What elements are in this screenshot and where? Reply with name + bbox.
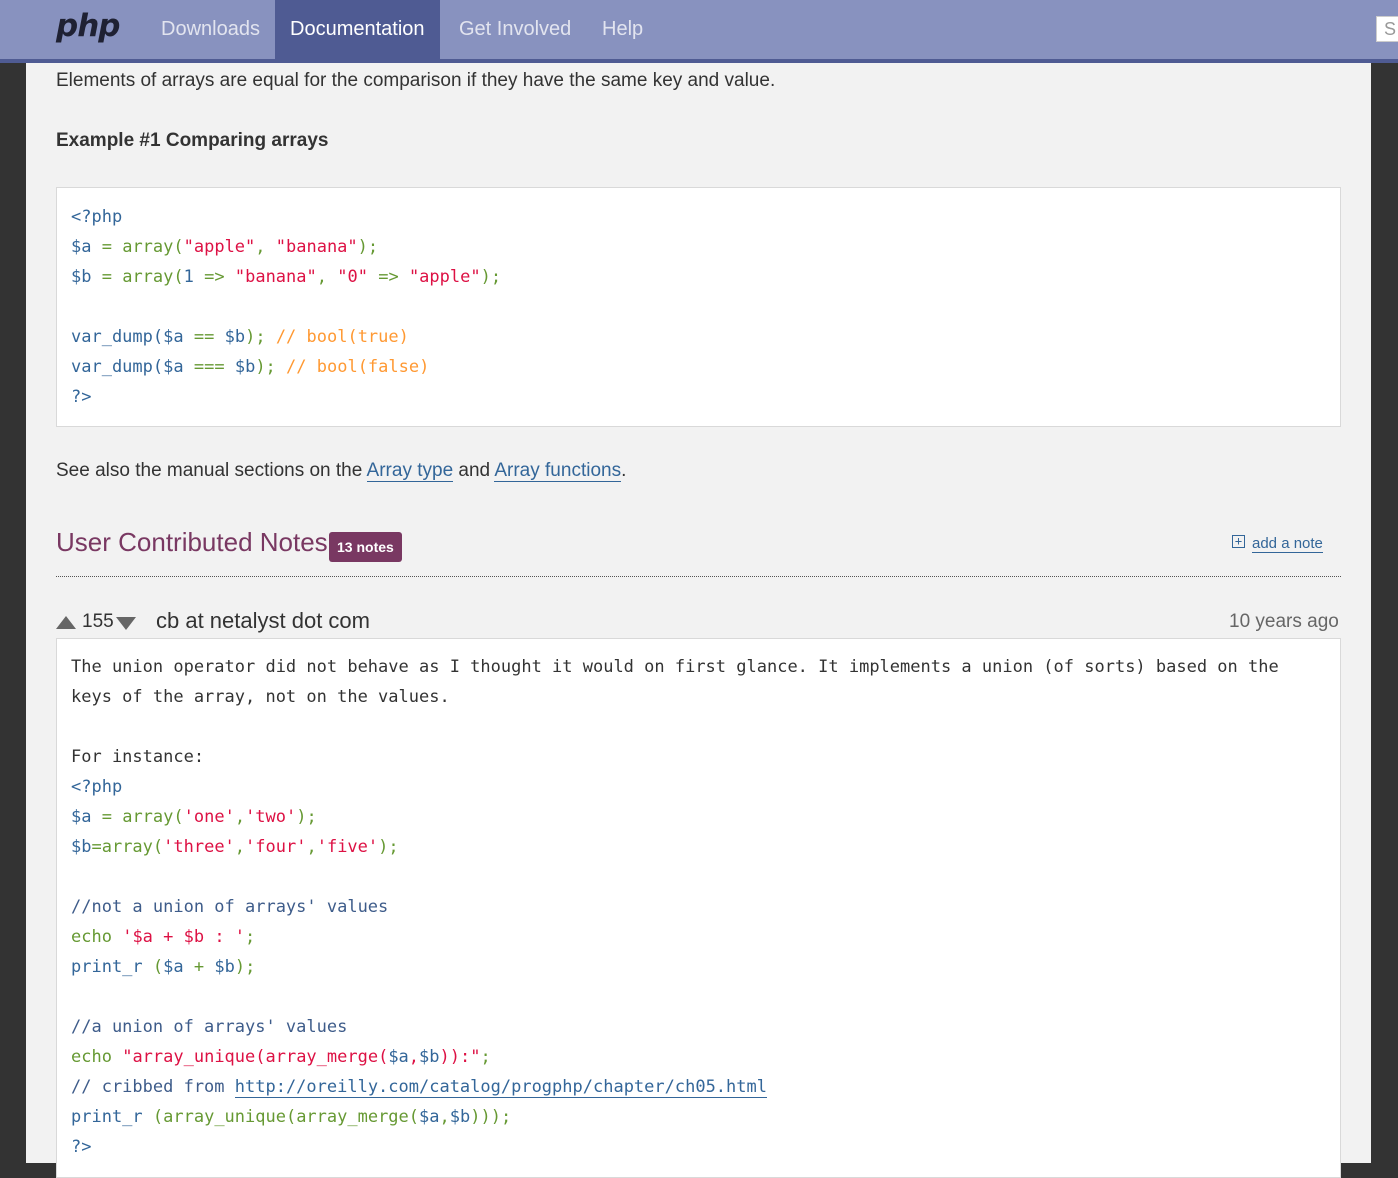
vote-down-icon[interactable]	[116, 617, 136, 630]
code-line: //a union of arrays' values	[71, 1017, 348, 1037]
array-functions-link[interactable]: Array functions	[494, 460, 622, 482]
code-line: $a = array("apple", "banana");	[71, 237, 379, 257]
code-line: $b=array('three','four','five');	[71, 837, 399, 857]
code-line: $b = array(1 => "banana", "0" => "apple"…	[71, 267, 502, 287]
code-line: print_r ($a + $b);	[71, 957, 256, 977]
note-text-line: keys of the array, not on the values.	[71, 687, 450, 707]
oreilly-link[interactable]: http://oreilly.com/catalog/progphp/chapt…	[234, 1077, 767, 1098]
note-age: 10 years ago	[1229, 611, 1339, 632]
example-title: Example #1 Comparing arrays	[56, 130, 329, 151]
php-logo[interactable]: php	[56, 8, 120, 44]
user-notes-title: User Contributed Notes	[56, 527, 328, 557]
note-body: The union operator did not behave as I t…	[56, 638, 1341, 1178]
code-line: echo "array_unique(array_merge($a,$b)):"…	[71, 1047, 491, 1067]
see-also-paragraph: See also the manual sections on the Arra…	[56, 460, 627, 482]
note-author: cb at netalyst dot com	[156, 608, 370, 633]
code-line: ?>	[71, 1137, 92, 1157]
nav-help[interactable]: Help	[587, 0, 658, 59]
nav-documentation[interactable]: Documentation	[275, 0, 440, 59]
note-text-line: For instance:	[71, 747, 205, 767]
top-navigation-bar: php Downloads Documentation Get Involved…	[0, 0, 1398, 63]
vote-count: 155	[82, 611, 114, 632]
code-line: // cribbed from http://oreilly.com/catal…	[71, 1077, 767, 1098]
code-line: //not a union of arrays' values	[71, 897, 389, 917]
page-gutter	[1371, 63, 1398, 1163]
nav-get-involved[interactable]: Get Involved	[444, 0, 586, 59]
code-line: <?php	[71, 777, 123, 797]
code-line: echo '$a + $b : ';	[71, 927, 256, 947]
add-note-link[interactable]: add a note	[1252, 535, 1323, 553]
intro-paragraph: Elements of arrays are equal for the com…	[56, 70, 776, 91]
code-line: <?php	[71, 207, 123, 227]
code-line: var_dump($a === $b); // bool(false)	[71, 357, 430, 377]
notes-divider	[56, 576, 1341, 577]
add-note-icon[interactable]: +	[1232, 535, 1245, 548]
code-line: ?>	[71, 387, 92, 407]
code-line: $a = array('one','two');	[71, 807, 317, 827]
code-line: print_r (array_unique(array_merge($a,$b)…	[71, 1107, 512, 1127]
code-line: var_dump($a == $b); // bool(true)	[71, 327, 409, 347]
notes-count-badge: 13 notes	[329, 532, 402, 562]
array-type-link[interactable]: Array type	[366, 460, 454, 482]
search-input[interactable]: S	[1376, 16, 1398, 42]
vote-up-icon[interactable]	[56, 616, 76, 629]
note-text-line: The union operator did not behave as I t…	[71, 657, 1279, 677]
nav-downloads[interactable]: Downloads	[146, 0, 275, 59]
example-code-block: <?php $a = array("apple", "banana"); $b …	[56, 187, 1341, 427]
